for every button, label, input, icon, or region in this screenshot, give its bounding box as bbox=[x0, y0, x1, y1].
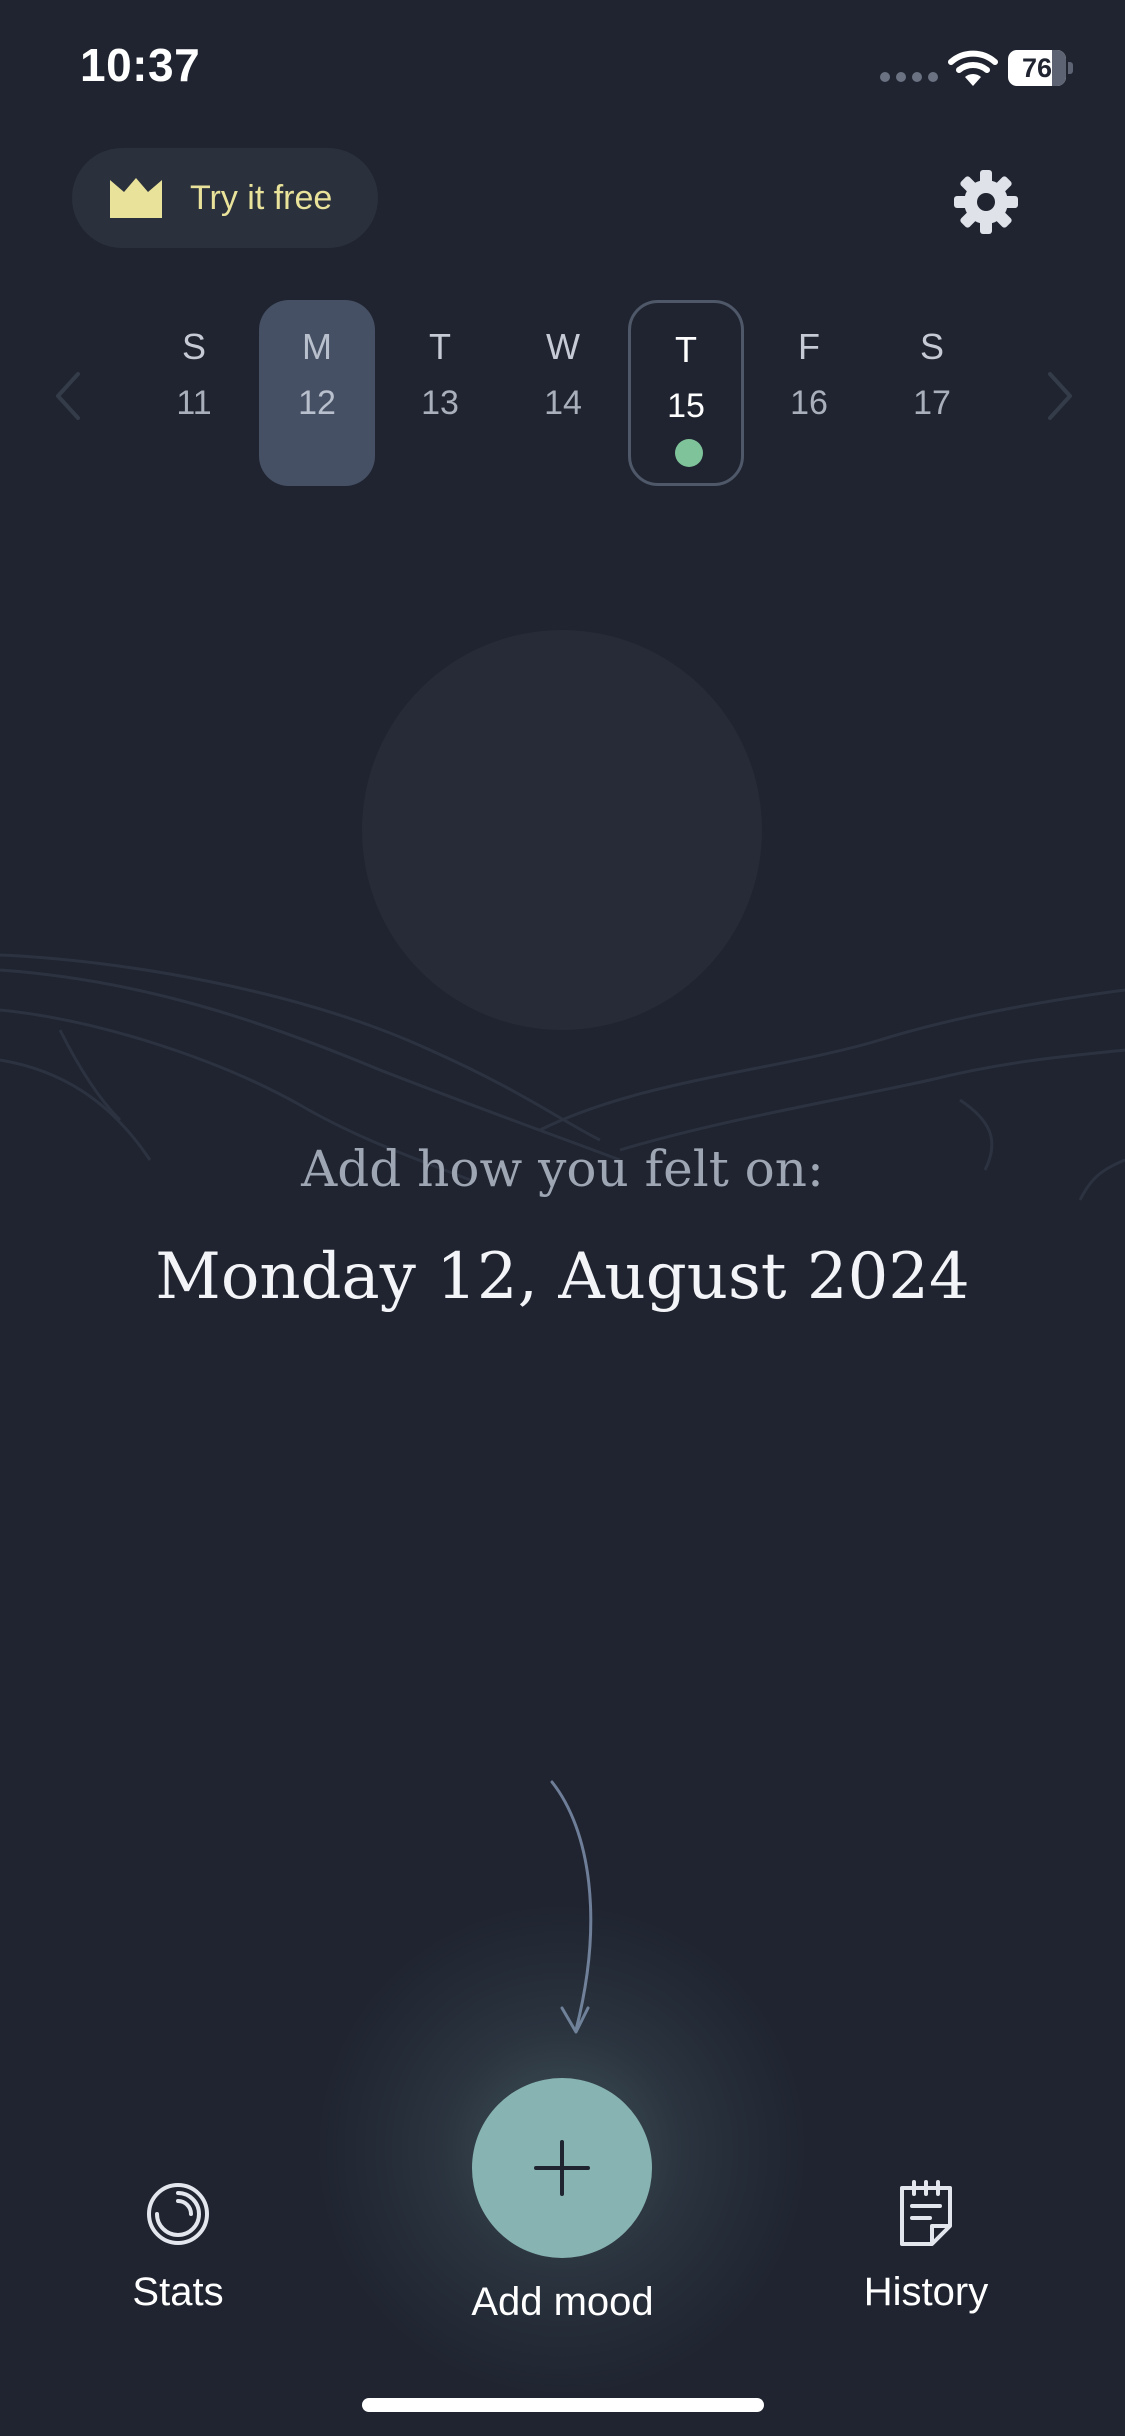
try-free-button[interactable]: Try it free bbox=[72, 148, 378, 248]
home-indicator[interactable] bbox=[362, 2398, 764, 2412]
week-strip: S 11 M 12 T 13 W 14 T 15 F 16 S 17 bbox=[0, 300, 1125, 490]
nav-add-mood[interactable]: Add mood bbox=[440, 2280, 685, 2325]
battery-level: 76 bbox=[1021, 53, 1053, 83]
day-wednesday-14[interactable]: W 14 bbox=[505, 300, 621, 486]
nav-add-mood-label: Add mood bbox=[471, 2280, 654, 2324]
day-number: 16 bbox=[790, 384, 828, 422]
day-of-week: T bbox=[429, 326, 451, 367]
add-mood-button[interactable] bbox=[472, 2078, 652, 2258]
nav-stats-label: Stats bbox=[132, 2270, 224, 2314]
mood-tracker-screen: 10:37 76 Try it free S 11 M 12 T 13 W 14… bbox=[0, 0, 1125, 2436]
nav-history[interactable]: History bbox=[840, 2180, 1012, 2315]
journal-icon bbox=[900, 2180, 952, 2246]
day-of-week: S bbox=[919, 326, 944, 367]
day-of-week: M bbox=[302, 326, 332, 367]
day-number: 15 bbox=[667, 387, 705, 425]
nav-history-label: History bbox=[863, 2270, 989, 2314]
stats-ring-icon bbox=[147, 2183, 209, 2245]
status-bar: 10:37 76 bbox=[0, 0, 1125, 140]
day-number: 12 bbox=[298, 384, 336, 422]
day-of-week: S bbox=[181, 326, 206, 367]
plus-icon bbox=[534, 2140, 590, 2196]
day-monday-12-selected[interactable]: M 12 bbox=[259, 300, 375, 486]
day-number: 17 bbox=[913, 384, 951, 422]
crown-icon bbox=[110, 178, 162, 218]
try-free-label: Try it free bbox=[190, 178, 333, 217]
selected-date: Monday 12, August 2024 bbox=[155, 1240, 970, 1314]
day-thursday-15-today[interactable]: T 15 bbox=[628, 300, 744, 486]
day-of-week: F bbox=[798, 326, 820, 367]
day-number: 11 bbox=[176, 384, 212, 422]
gear-icon[interactable] bbox=[950, 166, 1022, 238]
mood-entry-dot bbox=[675, 439, 703, 467]
battery-icon: 76 bbox=[1008, 50, 1073, 86]
wifi-icon bbox=[948, 50, 998, 86]
day-tuesday-13[interactable]: T 13 bbox=[382, 300, 498, 486]
cellular-signal-icon bbox=[880, 72, 938, 82]
add-mood-prompt: Add how you felt on: bbox=[301, 1140, 824, 1198]
day-friday-16[interactable]: F 16 bbox=[751, 300, 867, 486]
nav-stats[interactable]: Stats bbox=[100, 2180, 256, 2315]
day-number: 13 bbox=[421, 384, 459, 422]
day-number: 14 bbox=[544, 384, 582, 422]
status-time: 10:37 bbox=[80, 39, 201, 91]
day-sunday-11[interactable]: S 11 bbox=[136, 300, 252, 486]
day-of-week: W bbox=[546, 326, 580, 367]
day-of-week: T bbox=[675, 329, 697, 370]
day-saturday-17[interactable]: S 17 bbox=[874, 300, 990, 486]
